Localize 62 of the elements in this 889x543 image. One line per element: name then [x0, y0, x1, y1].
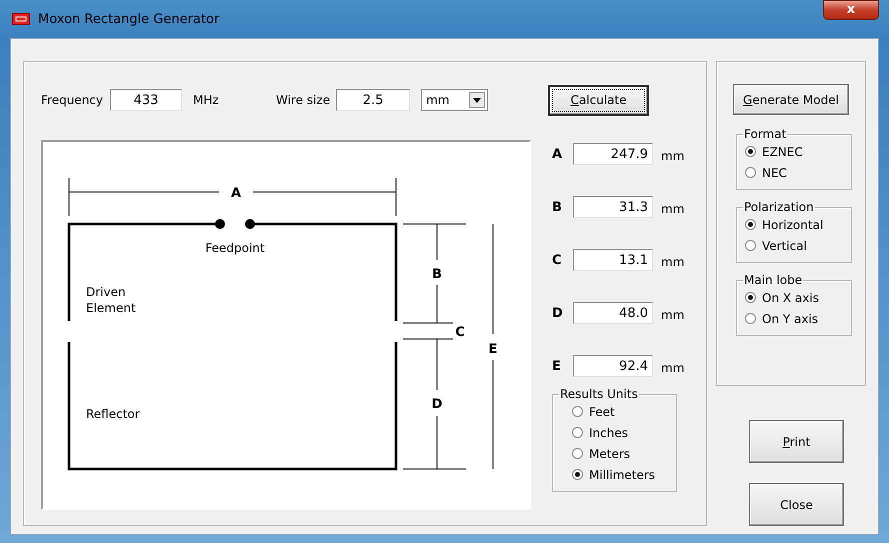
result-field[interactable]: 92.4	[573, 355, 653, 377]
radio-button[interactable]	[745, 292, 756, 303]
dimension-label: E	[488, 342, 498, 357]
dimension-letter: E	[552, 358, 562, 374]
driven-element-label: Driven	[86, 285, 126, 299]
radio-button[interactable]	[572, 406, 583, 417]
feedpoint-label: Feedpoint	[205, 241, 265, 255]
unit-dropdown[interactable]: mm	[421, 89, 488, 111]
driven-element-label: Element	[86, 301, 136, 315]
group-title: Results Units	[559, 387, 639, 401]
group-title: Main lobe	[743, 273, 804, 287]
radio-button[interactable]	[572, 448, 583, 459]
radio-label: On X axis	[762, 290, 819, 304]
unit-label: mm	[661, 308, 684, 322]
calculate-button[interactable]: Calculate	[548, 84, 650, 116]
dropdown-arrow-icon	[473, 98, 482, 102]
unit-label: mm	[661, 255, 684, 269]
radio-label: EZNEC	[762, 144, 803, 158]
radio-label: Horizontal	[762, 218, 824, 232]
radio-label: Meters	[589, 446, 630, 460]
radio-label: Millimeters	[589, 468, 656, 482]
radio-label: Vertical	[762, 238, 807, 252]
frequency-field[interactable]: 433	[110, 89, 182, 111]
unit-label: mm	[661, 361, 684, 375]
result-field[interactable]: 31.3	[573, 196, 653, 218]
wire-size-label: Wire size	[276, 93, 330, 107]
dimension-letter: C	[552, 252, 563, 268]
dimension-letter: B	[552, 200, 563, 214]
radio-button[interactable]	[745, 219, 756, 230]
unit-label: mm	[661, 149, 684, 163]
radio-button[interactable]	[572, 469, 583, 480]
dimension-label: B	[432, 267, 442, 282]
radio-button[interactable]	[745, 240, 756, 251]
reflector-label: Reflector	[86, 407, 140, 421]
unit-label: MHz	[193, 93, 220, 107]
dimension-label: D	[432, 397, 442, 412]
radio-label: NEC	[762, 166, 787, 180]
dimension-letter: A	[552, 146, 564, 162]
print-button[interactable]: Print	[749, 420, 844, 463]
radio-button[interactable]	[572, 427, 583, 438]
generate-model-button[interactable]: Generate Model	[733, 84, 849, 115]
frequency-label: Frequency	[41, 93, 103, 107]
result-field[interactable]: 13.1	[573, 249, 653, 271]
close-icon[interactable]: x	[823, 0, 879, 20]
radio-label: Feet	[589, 404, 615, 418]
dimension-label: C	[455, 325, 465, 340]
group-title: Format	[743, 127, 788, 141]
radio-button[interactable]	[745, 146, 756, 157]
result-field[interactable]: 48.0	[573, 302, 653, 324]
dimension-letter: D	[552, 306, 564, 320]
close-button[interactable]: Close	[749, 483, 844, 526]
group-title: Polarization	[743, 200, 815, 214]
dimension-label: A	[230, 186, 242, 201]
radio-label: On Y axis	[762, 312, 818, 326]
radio-button[interactable]	[745, 167, 756, 178]
radio-button[interactable]	[745, 313, 756, 324]
result-field[interactable]: 247.9	[573, 143, 653, 165]
unit-label: mm	[661, 202, 684, 216]
window-title: Moxon Rectangle Generator	[38, 12, 220, 26]
app-icon	[12, 13, 30, 25]
radio-label: Inches	[589, 426, 628, 440]
wire-size-field[interactable]: 2.5	[336, 89, 410, 111]
